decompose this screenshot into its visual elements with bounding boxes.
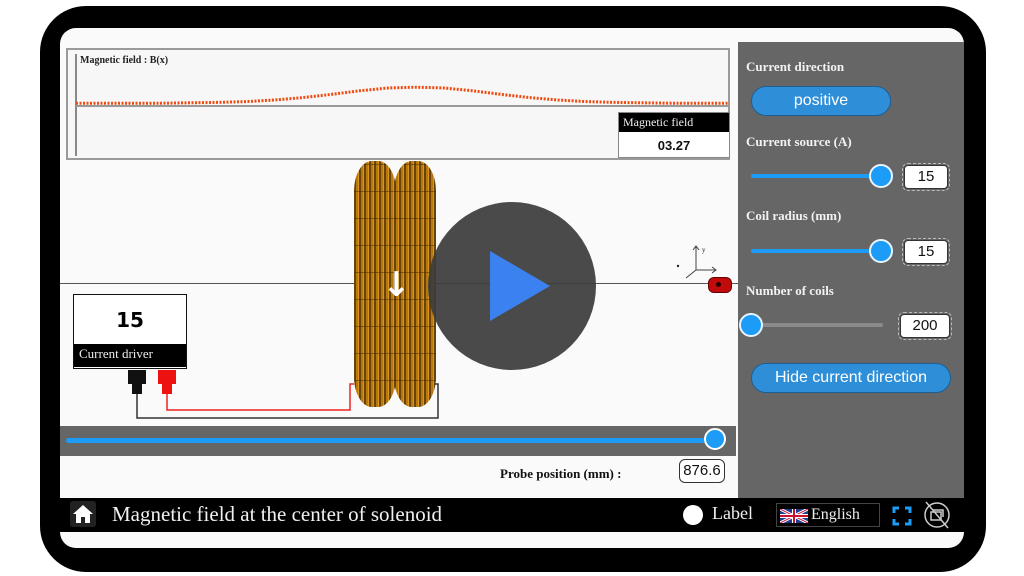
driver-value: 15	[116, 308, 144, 332]
simulation-screen: Magnetic field : B(x) Magnetic field 03.…	[60, 28, 964, 548]
probe-position-input[interactable]: 876.6	[679, 459, 725, 483]
label-toggle-text[interactable]: Label	[712, 503, 753, 524]
probe-position-slider[interactable]	[60, 426, 736, 456]
control-panel: Current direction positive Current sourc…	[738, 42, 964, 498]
current-source-label: Current source (A)	[746, 134, 852, 149]
probe-position-label: Probe position (mm) :	[500, 466, 622, 481]
number-of-coils-slider-thumb[interactable]	[739, 313, 763, 337]
current-driver: 15 Current driver	[73, 294, 187, 369]
uk-flag-icon	[780, 509, 808, 523]
svg-text:y: y	[702, 246, 706, 254]
simulation-title: Magnetic field at the center of solenoid	[112, 502, 443, 526]
current-source-slider[interactable]	[751, 174, 881, 178]
hide-current-direction-button[interactable]: Hide current direction	[751, 363, 951, 393]
play-button[interactable]	[428, 202, 596, 370]
screenshot-disabled-icon[interactable]	[922, 500, 952, 530]
bottom-bar: Magnetic field at the center of solenoid…	[60, 498, 964, 532]
driver-label: Current driver	[74, 344, 186, 367]
home-button[interactable]	[70, 501, 96, 527]
coil-radius-slider[interactable]	[751, 249, 881, 253]
home-icon	[73, 505, 93, 523]
red-terminal	[158, 370, 176, 394]
magnetic-probe[interactable]	[708, 277, 732, 293]
probe-slider-thumb[interactable]	[704, 428, 726, 450]
number-of-coils-label: Number of coils	[746, 283, 834, 298]
probe-slider-track[interactable]	[66, 438, 720, 443]
coil-radius-slider-thumb[interactable]	[869, 239, 893, 263]
current-direction-button[interactable]: positive	[751, 86, 891, 116]
coil-radius-label: Coil radius (mm)	[746, 208, 842, 223]
current-source-slider-thumb[interactable]	[869, 164, 893, 188]
language-label: English	[811, 506, 860, 523]
current-source-input[interactable]: 15	[902, 163, 950, 191]
red-wire	[166, 383, 354, 411]
current-direction-arrow-icon: ↓	[382, 265, 411, 305]
play-icon	[490, 251, 550, 321]
coil-radius-input[interactable]: 15	[902, 238, 950, 266]
language-selector[interactable]: English	[776, 503, 880, 527]
current-direction-label: Current direction	[746, 59, 845, 74]
label-toggle-radio[interactable]	[683, 505, 703, 525]
fullscreen-icon[interactable]	[892, 506, 912, 526]
number-of-coils-input[interactable]: 200	[898, 312, 952, 340]
black-terminal	[128, 370, 146, 394]
number-of-coils-slider[interactable]	[751, 323, 883, 327]
